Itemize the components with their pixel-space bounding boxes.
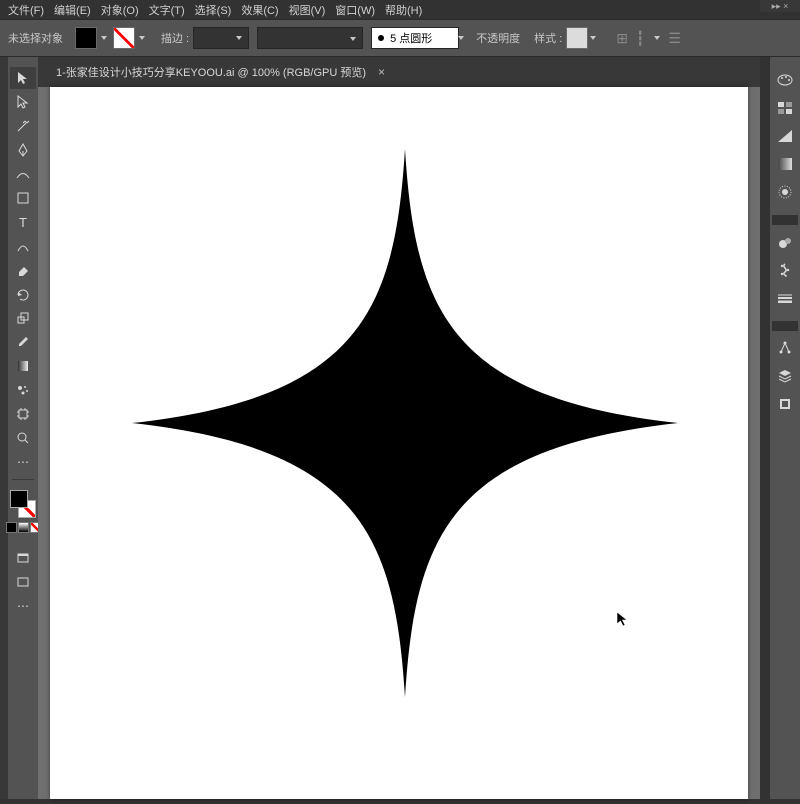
stroke-swatch-none[interactable] <box>113 27 135 49</box>
stroke-panel-icon[interactable] <box>772 287 798 309</box>
menu-select[interactable]: 选择(S) <box>195 2 232 18</box>
selection-status: 未选择对象 <box>8 30 63 46</box>
menu-effect[interactable]: 效果(C) <box>241 2 278 18</box>
graphic-styles-panel-icon[interactable] <box>772 337 798 359</box>
scale-tool[interactable] <box>10 307 36 329</box>
pen-tool[interactable] <box>10 139 36 161</box>
artboard-tool[interactable] <box>10 403 36 425</box>
menu-edit[interactable]: 编辑(E) <box>54 2 91 18</box>
stroke-weight-dropdown-icon[interactable] <box>236 36 242 40</box>
eyedropper-tool[interactable] <box>10 331 36 353</box>
tool-divider <box>12 479 34 480</box>
line-tool[interactable] <box>10 235 36 257</box>
align-distribute-group: ⊞ ┇ ☰ <box>616 30 681 47</box>
zoom-tool[interactable] <box>10 427 36 449</box>
distribute-icon[interactable]: ┇ <box>636 30 644 47</box>
right-gutter <box>760 57 770 799</box>
star-shape[interactable] <box>50 87 748 799</box>
svg-text:T: T <box>19 216 27 228</box>
style-swatch[interactable] <box>566 27 588 49</box>
gradient-panel-icon[interactable] <box>772 153 798 175</box>
layers-panel-icon[interactable] <box>772 365 798 387</box>
symbol-sprayer-tool[interactable] <box>10 379 36 401</box>
fill-dropdown-icon[interactable] <box>101 36 107 40</box>
type-tool[interactable]: T <box>10 211 36 233</box>
panel-collapse-icon[interactable]: ▸▸ × <box>760 0 800 12</box>
selection-tool[interactable] <box>10 67 36 89</box>
color-mode-row <box>6 522 41 533</box>
close-tab-icon[interactable]: × <box>378 65 385 79</box>
edit-toolbar-dots[interactable]: ⋯ <box>10 595 36 617</box>
color-mode-color[interactable] <box>6 522 17 533</box>
brush-definition-field[interactable]: 5 点圆形 <box>371 27 459 49</box>
fill-indicator[interactable] <box>10 490 28 508</box>
menu-text[interactable]: 文字(T) <box>149 2 185 18</box>
gradient-tool[interactable] <box>10 355 36 377</box>
menu-view[interactable]: 视图(V) <box>289 2 326 18</box>
stroke-weight-field[interactable] <box>193 27 249 49</box>
document-title: 1-张家佳设计小技巧分享KEYOOU.ai @ 100% (RGB/GPU 预览… <box>56 64 366 80</box>
menu-help[interactable]: 帮助(H) <box>385 2 422 18</box>
magic-wand-tool[interactable] <box>10 115 36 137</box>
menu-object[interactable]: 对象(O) <box>101 2 139 18</box>
curvature-tool[interactable] <box>10 163 36 185</box>
screen-mode-normal[interactable] <box>10 547 36 569</box>
align-icon[interactable]: ⊞ <box>616 30 628 47</box>
style-dropdown-icon[interactable] <box>590 36 596 40</box>
brush-name: 5 点圆形 <box>390 30 432 46</box>
color-mode-gradient[interactable] <box>18 522 29 533</box>
document-tab[interactable]: 1-张家佳设计小技巧分享KEYOOU.ai @ 100% (RGB/GPU 预览… <box>38 57 760 87</box>
direct-selection-tool[interactable] <box>10 91 36 113</box>
workspace: T ⋯ ⋯ 1-张家佳设计小技巧分享KEYOOU.ai @ 100% (RGB/… <box>0 57 800 799</box>
color-panel-icon[interactable] <box>772 69 798 91</box>
swatches-panel-icon[interactable] <box>772 97 798 119</box>
more-options-icon[interactable]: ☰ <box>668 30 681 47</box>
rotate-tool[interactable] <box>10 283 36 305</box>
fill-swatch[interactable] <box>75 27 97 49</box>
right-panel-dock: ▸▸ × <box>770 57 800 799</box>
stroke-label: 描边 : <box>161 30 189 46</box>
menu-bar: 文件(F) 编辑(E) 对象(O) 文字(T) 选择(S) 效果(C) 视图(V… <box>0 0 800 19</box>
panel-group-divider-2 <box>772 321 798 331</box>
screen-mode-full[interactable] <box>10 571 36 593</box>
align-dropdown-icon[interactable] <box>654 36 660 40</box>
menu-file[interactable]: 文件(F) <box>8 2 44 18</box>
artboard-canvas[interactable] <box>50 87 748 799</box>
canvas-area: 1-张家佳设计小技巧分享KEYOOU.ai @ 100% (RGB/GPU 预览… <box>38 57 760 799</box>
fill-stroke-indicator[interactable] <box>10 490 36 518</box>
brush-dropdown-icon[interactable] <box>458 36 464 40</box>
opacity-label[interactable]: 不透明度 <box>476 30 520 46</box>
panel-group-divider-1 <box>772 215 798 225</box>
control-bar: 未选择对象 描边 : 5 点圆形 不透明度 样式 : ⊞ ┇ ☰ <box>0 19 800 57</box>
eraser-tool[interactable] <box>10 259 36 281</box>
menu-window[interactable]: 窗口(W) <box>335 2 375 18</box>
style-label: 样式 : <box>534 30 562 46</box>
left-edge <box>0 57 8 799</box>
brushes-panel-icon[interactable] <box>772 231 798 253</box>
brush-dot-icon <box>378 35 384 41</box>
stroke-dropdown-icon[interactable] <box>139 36 145 40</box>
rectangle-tool[interactable] <box>10 187 36 209</box>
appearance-panel-icon[interactable] <box>772 181 798 203</box>
variable-width-profile[interactable] <box>257 27 363 49</box>
toolbar: T ⋯ ⋯ <box>8 57 38 799</box>
edit-toolbar-icon[interactable]: ⋯ <box>10 451 36 473</box>
width-profile-dropdown-icon[interactable] <box>350 37 356 41</box>
color-guide-panel-icon[interactable] <box>772 125 798 147</box>
symbols-panel-icon[interactable] <box>772 259 798 281</box>
libraries-panel-icon[interactable] <box>772 393 798 415</box>
